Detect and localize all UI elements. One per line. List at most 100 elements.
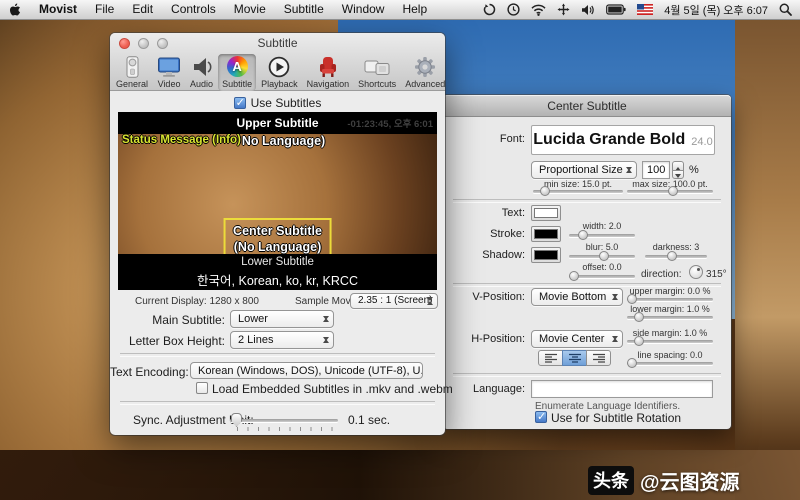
- shadow-offset-slider[interactable]: [569, 275, 635, 278]
- stepper-down-icon[interactable]: [672, 170, 684, 180]
- stroke-color-well[interactable]: [531, 226, 561, 242]
- rotation-checkbox[interactable]: [535, 411, 547, 423]
- toolbar-item-video[interactable]: Video: [153, 54, 185, 91]
- vposition-dropdown[interactable]: Movie Bottom: [531, 288, 623, 306]
- direction-dial[interactable]: [689, 265, 703, 279]
- shadow-color-well[interactable]: [531, 247, 561, 263]
- direction-value: 315°: [706, 269, 727, 280]
- minimize-button[interactable]: [138, 38, 149, 49]
- side-margin-slider[interactable]: [627, 340, 713, 343]
- font-name: Lucida Grande Bold: [533, 131, 685, 149]
- spotlight-icon[interactable]: [779, 3, 792, 16]
- divider: [453, 199, 721, 203]
- menu-subtitle[interactable]: Subtitle: [275, 0, 333, 19]
- size-value-field[interactable]: 100: [642, 161, 670, 179]
- panel-title: Center Subtitle: [443, 99, 731, 113]
- watermark: 头条 @云图资源: [588, 466, 740, 495]
- max-size-thumb[interactable]: [668, 186, 678, 196]
- main-subtitle-dropdown[interactable]: Lower: [230, 310, 334, 328]
- letter-box-dropdown[interactable]: 2 Lines: [230, 331, 334, 349]
- menu-file[interactable]: File: [86, 0, 123, 19]
- stroke-width-slider[interactable]: [569, 234, 635, 237]
- upper-margin-slider[interactable]: [627, 298, 713, 301]
- text-color-well[interactable]: [531, 205, 561, 221]
- volume-icon[interactable]: [581, 4, 595, 16]
- align-right-button[interactable]: [586, 350, 611, 366]
- align-left-button[interactable]: [538, 350, 563, 366]
- sync-unit-slider[interactable]: [230, 419, 338, 422]
- text-encoding-label: Text Encoding:: [110, 365, 185, 379]
- size-stepper[interactable]: [672, 161, 684, 179]
- apple-menu[interactable]: [0, 3, 30, 17]
- menu-movist[interactable]: Movist: [30, 0, 86, 19]
- sync-icon[interactable]: [483, 3, 496, 16]
- wallpaper-right-fur: [735, 19, 800, 500]
- lower-subtitle-text[interactable]: Lower Subtitle: [118, 256, 437, 268]
- shadow-blur-thumb[interactable]: [599, 251, 609, 261]
- side-margin-thumb[interactable]: [634, 336, 644, 346]
- language-input[interactable]: [531, 380, 713, 398]
- move-icon[interactable]: [557, 3, 570, 16]
- sample-movie-dropdown[interactable]: 2.35 : 1 (Screen): [350, 293, 438, 309]
- stroke-width-label: width: 2.0: [569, 221, 635, 231]
- shadow-darkness-thumb[interactable]: [667, 251, 677, 261]
- shadow-offset-thumb[interactable]: [569, 271, 579, 281]
- clock-icon[interactable]: [507, 3, 520, 16]
- preferences-toolbar: General Video Audio A Subtitle Playback …: [112, 54, 449, 91]
- shadow-darkness-slider[interactable]: [645, 255, 707, 258]
- dropdown-arrows-icon: [424, 295, 436, 307]
- divider: [120, 401, 435, 405]
- flag-icon[interactable]: [637, 4, 653, 15]
- current-display-text: Current Display: 1280 x 800: [135, 296, 259, 307]
- line-spacing-slider[interactable]: [627, 362, 713, 365]
- desktop: Movist File Edit Controls Movie Subtitle…: [0, 0, 800, 500]
- close-button[interactable]: [119, 38, 130, 49]
- lower-margin-slider[interactable]: [627, 316, 713, 319]
- load-embedded-label: Load Embedded Subtitles in .mkv and .web…: [212, 382, 453, 396]
- font-label: Font:: [443, 133, 525, 145]
- toolbar-item-general[interactable]: General: [112, 54, 152, 91]
- toolbar-item-subtitle[interactable]: A Subtitle: [218, 54, 256, 91]
- center-subtitle-panel: Center Subtitle Font: Lucida Grande Bold…: [443, 95, 731, 429]
- zoom-button[interactable]: [157, 38, 168, 49]
- hposition-dropdown[interactable]: Movie Center: [531, 330, 623, 348]
- osd-time-text: -01:23:45, 오후 6:01: [347, 116, 433, 130]
- dropdown-arrows-icon: [320, 312, 332, 326]
- battery-icon[interactable]: [606, 4, 626, 15]
- status-message-text[interactable]: Status Message (Info): [122, 134, 241, 148]
- menu-window[interactable]: Window: [333, 0, 394, 19]
- remote-icon: [126, 55, 139, 78]
- menu-help[interactable]: Help: [393, 0, 436, 19]
- text-encoding-button[interactable]: Korean (Windows, DOS), Unicode (UTF-8), …: [190, 362, 423, 379]
- stroke-width-thumb[interactable]: [578, 230, 588, 240]
- load-embedded-checkbox[interactable]: [196, 382, 208, 394]
- toolbar-item-shortcuts[interactable]: Shortcuts: [354, 54, 400, 91]
- toolbar-item-playback[interactable]: Playback: [257, 54, 302, 91]
- align-center-button[interactable]: [562, 350, 587, 366]
- size-mode-dropdown[interactable]: Proportional Size: [531, 161, 637, 179]
- line-spacing-thumb[interactable]: [627, 358, 637, 368]
- font-button[interactable]: Lucida Grande Bold 24.0: [531, 125, 715, 155]
- toolbar-item-navigation[interactable]: Navigation: [303, 54, 354, 91]
- max-size-slider[interactable]: [627, 190, 713, 193]
- apple-icon: [9, 3, 21, 17]
- menu-controls[interactable]: Controls: [162, 0, 225, 19]
- wifi-icon[interactable]: [531, 4, 546, 16]
- menubar-clock[interactable]: 4월 5일 (목) 오후 6:07: [664, 2, 768, 18]
- use-subtitles-checkbox[interactable]: [234, 97, 246, 109]
- min-size-slider[interactable]: [533, 190, 623, 193]
- upper-margin-thumb[interactable]: [627, 294, 637, 304]
- menu-edit[interactable]: Edit: [123, 0, 162, 19]
- center-subtitle-line2: (No Language): [233, 239, 322, 255]
- menu-movie[interactable]: Movie: [225, 0, 275, 19]
- align-left-icon: [544, 353, 558, 363]
- size-unit-label: %: [689, 164, 699, 176]
- min-size-thumb[interactable]: [540, 186, 550, 196]
- lower-margin-thumb[interactable]: [634, 312, 644, 322]
- toolbar-item-advanced[interactable]: Advanced: [401, 54, 449, 91]
- panel-title-bar[interactable]: Center Subtitle: [443, 95, 731, 117]
- shadow-blur-slider[interactable]: [569, 255, 635, 258]
- toolbar-item-audio[interactable]: Audio: [186, 54, 217, 91]
- hposition-label: H-Position:: [443, 333, 525, 345]
- upper-language-text[interactable]: No Language): [242, 134, 325, 148]
